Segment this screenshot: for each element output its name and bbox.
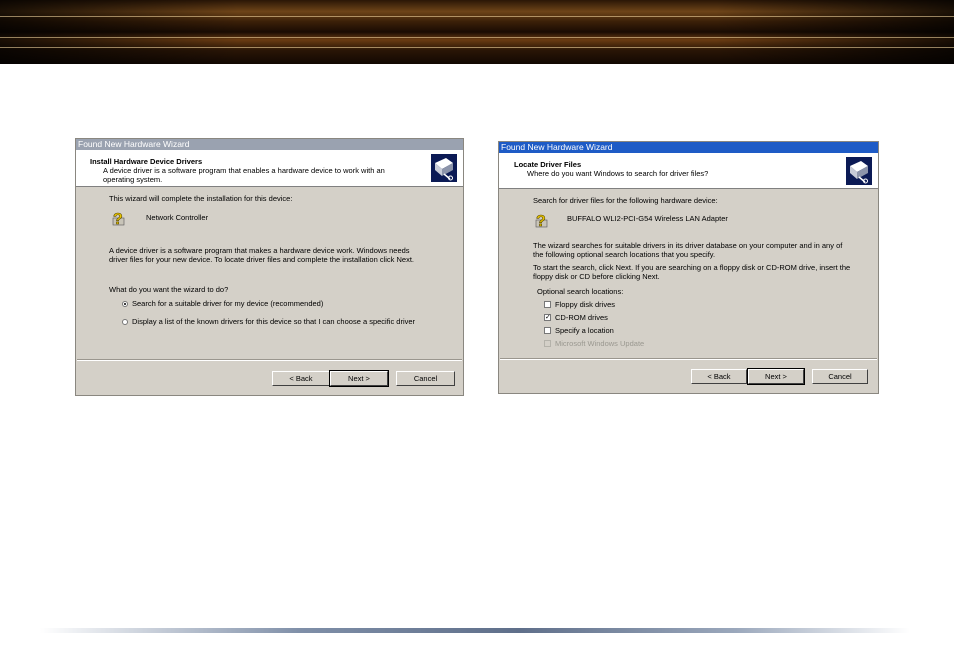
banner-line [0, 37, 954, 38]
left-wizard-header: Install Hardware Device Drivers A device… [76, 150, 463, 187]
unknown-device-question-icon: ? [535, 213, 548, 230]
unknown-device-question-icon: ? [112, 211, 125, 228]
right-cancel-button[interactable]: Cancel [812, 369, 868, 384]
right-footer-separator [500, 358, 877, 360]
right-device-name: BUFFALO WLI2-PCI-G54 Wireless LAN Adapte… [567, 214, 728, 223]
left-question: What do you want the wizard to do? [109, 285, 229, 294]
search-driver-radio[interactable] [122, 301, 128, 307]
hardware-wizard-icon [431, 154, 457, 182]
bottom-decorative-bar [40, 628, 910, 633]
right-wizard-window: Found New Hardware Wizard Locate Driver … [498, 141, 879, 394]
left-wizard-window: Found New Hardware Wizard Install Hardwa… [75, 138, 464, 396]
floppy-disk-label[interactable]: Floppy disk drives [555, 300, 615, 309]
right-next-button[interactable]: Next > [747, 368, 805, 385]
right-header-subtitle: Where do you want Windows to search for … [527, 169, 709, 178]
banner-line [0, 47, 954, 48]
left-back-button[interactable]: < Back [272, 371, 330, 386]
search-locations-heading: Optional search locations: [537, 287, 624, 296]
right-instructions-1: To start the search, click Next. If you … [533, 263, 851, 272]
windows-update-checkbox [544, 340, 551, 347]
left-device-name: Network Controller [146, 213, 209, 222]
left-description-2: driver files for your new device. To loc… [109, 255, 414, 264]
left-cancel-button[interactable]: Cancel [396, 371, 455, 386]
left-header-subtitle-2: operating system. [103, 175, 163, 184]
display-drivers-option-label[interactable]: Display a list of the known drivers for … [132, 317, 415, 326]
right-instructions-2: floppy disk or CD before clicking Next. [533, 272, 660, 281]
floppy-disk-checkbox[interactable] [544, 301, 551, 308]
specify-location-checkbox[interactable] [544, 327, 551, 334]
svg-text:?: ? [536, 213, 546, 230]
right-back-button[interactable]: < Back [691, 369, 747, 384]
left-intro-text: This wizard will complete the installati… [109, 194, 293, 203]
left-header-subtitle-1: A device driver is a software program th… [103, 166, 385, 175]
specify-location-label[interactable]: Specify a location [555, 326, 614, 335]
left-next-button[interactable]: Next > [329, 370, 389, 387]
cdrom-checkbox[interactable]: ✓ [544, 314, 551, 321]
hardware-wizard-icon [846, 157, 872, 185]
left-description-1: A device driver is a software program th… [109, 246, 410, 255]
banner-line [0, 16, 954, 17]
left-header-title: Install Hardware Device Drivers [90, 157, 203, 166]
right-intro-text: Search for driver files for the followin… [533, 196, 718, 205]
left-wizard-title-bar[interactable]: Found New Hardware Wizard [76, 139, 463, 150]
right-header-title: Locate Driver Files [514, 160, 582, 169]
top-banner [0, 0, 954, 64]
display-drivers-radio[interactable] [122, 319, 128, 325]
cdrom-label[interactable]: CD-ROM drives [555, 313, 608, 322]
svg-text:?: ? [113, 211, 123, 228]
left-footer-separator [77, 359, 462, 361]
right-description-1: The wizard searches for suitable drivers… [533, 241, 843, 250]
right-wizard-title-bar[interactable]: Found New Hardware Wizard [499, 142, 878, 153]
right-description-2: the following optional search locations … [533, 250, 716, 259]
search-driver-option-label[interactable]: Search for a suitable driver for my devi… [132, 299, 323, 308]
right-wizard-header: Locate Driver Files Where do you want Wi… [499, 153, 878, 189]
windows-update-label: Microsoft Windows Update [555, 339, 645, 348]
